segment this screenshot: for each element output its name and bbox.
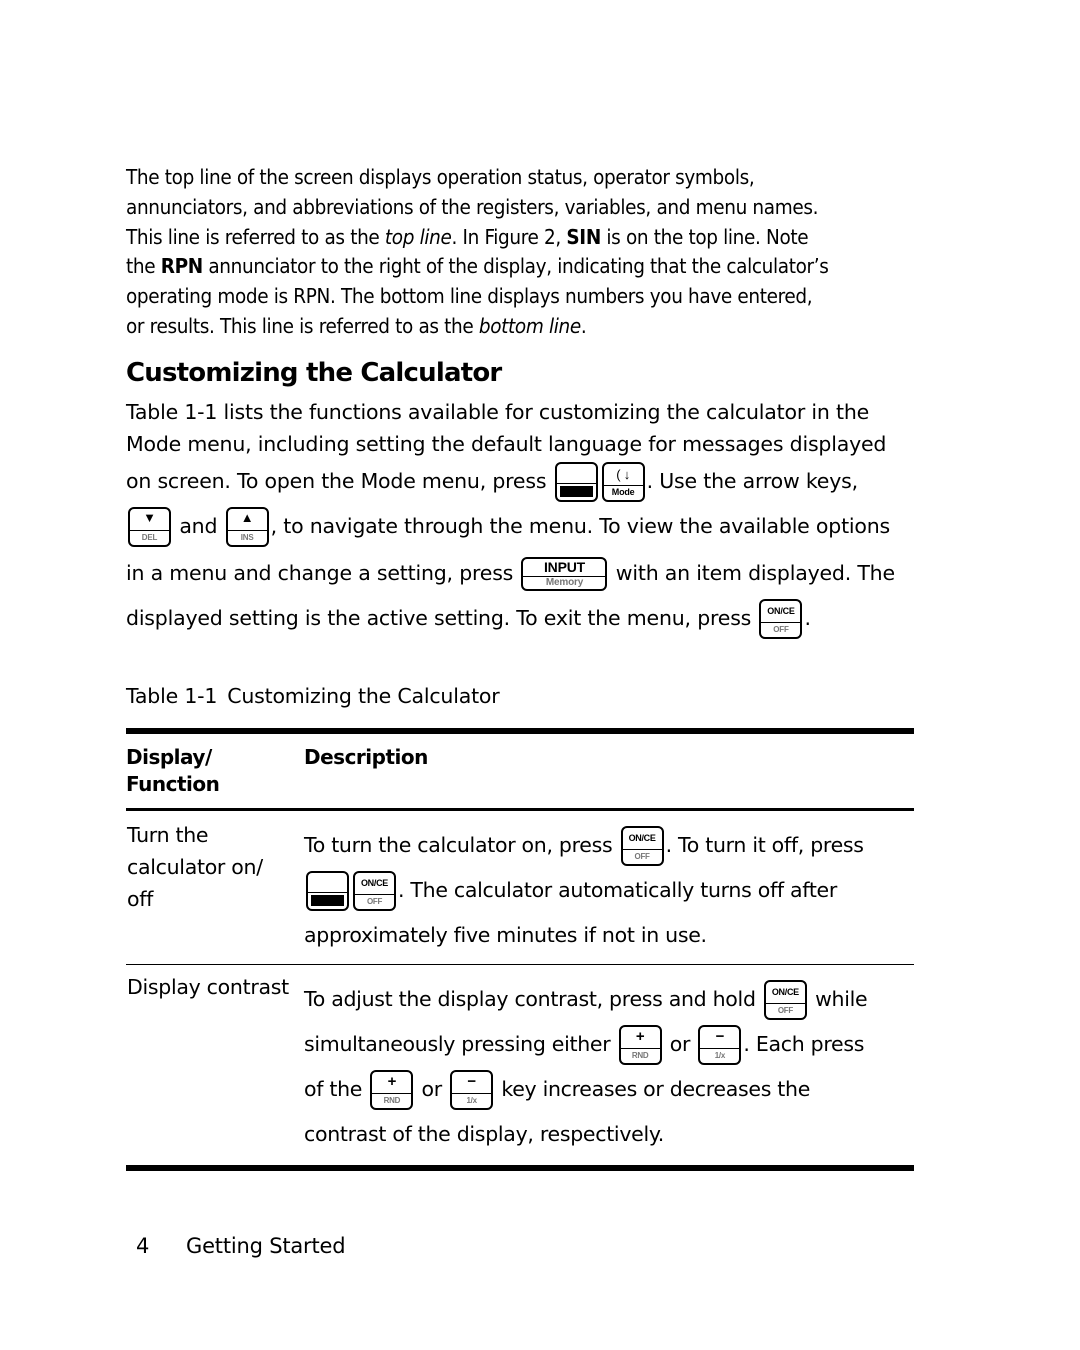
table-header-row: Display/Function Description bbox=[126, 730, 914, 811]
mode-key-icon: ( ↓ Mode bbox=[601, 461, 645, 502]
text-run: or results. This line is referred to as … bbox=[126, 313, 479, 338]
customizing-paragraph: Table 1-1 lists the functions available … bbox=[126, 396, 916, 640]
text-run: while bbox=[808, 986, 868, 1011]
shift-key-icon bbox=[306, 870, 349, 911]
intro-line: operating mode is RPN. The bottom line d… bbox=[126, 284, 813, 309]
description-cell: To turn the calculator on, press ON/CE OF… bbox=[304, 809, 914, 965]
plus-rnd-key-icon: + RND bbox=[618, 1024, 662, 1065]
text-run: the bbox=[126, 254, 161, 279]
table-caption: Table 1-1 Customizing the Calculator bbox=[126, 682, 916, 710]
header-display-function: Display/Function bbox=[126, 730, 304, 811]
header-description: Description bbox=[304, 730, 914, 811]
on-ce-off-key-icon: ON/CE OFF bbox=[763, 979, 807, 1020]
text-run: of the bbox=[304, 1076, 369, 1101]
text-run: key increases or decreases the bbox=[495, 1076, 811, 1101]
text-run: displayed setting is the active setting.… bbox=[126, 605, 758, 630]
text-run: To adjust the display contrast, press an… bbox=[304, 986, 762, 1011]
text-run: . To turn it off, press bbox=[665, 832, 864, 857]
function-cell: Display contrast bbox=[127, 974, 289, 999]
text-run: , to navigate through the menu. To view … bbox=[270, 513, 891, 538]
text-run: contrast of the display, respectively. bbox=[304, 1121, 664, 1146]
text-run: . Each press bbox=[743, 1031, 865, 1056]
text-run: and bbox=[173, 513, 224, 538]
term-top-line: top line bbox=[384, 224, 452, 249]
text-run: . bbox=[580, 313, 587, 338]
up-arrow-ins-key-icon: ▲ INS bbox=[225, 506, 269, 547]
shift-key-icon bbox=[554, 461, 598, 502]
text-run: or bbox=[415, 1076, 449, 1101]
table-row: Display contrast To adjust the display c… bbox=[126, 964, 914, 1168]
on-ce-off-key-icon: ON/CE OFF bbox=[620, 825, 664, 866]
document-page: The top line of the screen displays oper… bbox=[126, 163, 916, 1171]
paragraph-line: Mode menu, including setting the default… bbox=[126, 431, 887, 456]
down-arrow-del-key-icon: ▼ DEL bbox=[128, 506, 171, 547]
text-run: or bbox=[663, 1031, 697, 1056]
intro-line: annunciators, and abbreviations of the r… bbox=[126, 194, 819, 219]
text-run: . Use the arrow keys, bbox=[646, 468, 859, 493]
text-run: with an item displayed. The bbox=[609, 560, 895, 585]
section-heading: Customizing the Calculator bbox=[126, 357, 502, 388]
term-bottom-line: bottom line bbox=[478, 313, 581, 338]
on-ce-off-key-icon: ON/CE OFF bbox=[759, 598, 803, 639]
text-run: . In Figure 2, bbox=[451, 224, 567, 249]
description-cell: To adjust the display contrast, press an… bbox=[304, 964, 914, 1168]
text-run: This line is referred to as the bbox=[126, 224, 385, 249]
text-run: approximately five minutes if not in use… bbox=[304, 922, 707, 947]
term-sin: SIN bbox=[566, 224, 601, 249]
function-cell: Turn the calculator on/ off bbox=[126, 809, 304, 965]
term-rpn: RPN bbox=[160, 254, 203, 279]
page-footer: 4 Getting Started bbox=[136, 1234, 346, 1258]
paragraph-line: in a menu and change a setting, press IN… bbox=[126, 550, 916, 596]
input-memory-key-icon: INPUT Memory bbox=[521, 556, 608, 591]
chapter-title: Getting Started bbox=[186, 1234, 346, 1258]
text-run: . The calculator automatically turns off… bbox=[398, 877, 838, 902]
text-run: in a menu and change a setting, press bbox=[126, 560, 520, 585]
text-run: is on the top line. Note bbox=[600, 224, 809, 249]
text-run: simultaneously pressing either bbox=[304, 1031, 617, 1056]
text-run: on screen. To open the Mode menu, press bbox=[126, 468, 553, 493]
customizing-table: Display/Function Description Turn the ca… bbox=[126, 727, 914, 1171]
intro-paragraph: The top line of the screen displays oper… bbox=[126, 163, 916, 342]
paragraph-line: ▼ DEL and ▲ INS, to navigate through the m… bbox=[126, 502, 916, 550]
paragraph-line: Table 1-1 lists the functions available … bbox=[126, 399, 870, 424]
intro-line: The top line of the screen displays oper… bbox=[126, 165, 755, 189]
on-ce-off-key-icon: ON/CE OFF bbox=[353, 870, 396, 911]
minus-reciprocal-key-icon: −1/x bbox=[450, 1069, 494, 1110]
paragraph-line: on screen. To open the Mode menu, press … bbox=[126, 460, 916, 502]
text-run: . bbox=[804, 605, 811, 630]
table-row: Turn the calculator on/ off To turn the … bbox=[126, 809, 914, 965]
text-run: annunciator to the right of the display,… bbox=[202, 254, 829, 279]
plus-rnd-key-icon: + RND bbox=[370, 1069, 414, 1110]
paragraph-line: displayed setting is the active setting.… bbox=[126, 596, 916, 640]
table-title: Customizing the Calculator bbox=[227, 683, 500, 708]
page-number: 4 bbox=[136, 1234, 150, 1258]
table-number: Table 1-1 bbox=[126, 683, 218, 708]
minus-reciprocal-key-icon: −1/x bbox=[698, 1024, 742, 1065]
text-run: To turn the calculator on, press bbox=[304, 832, 619, 857]
